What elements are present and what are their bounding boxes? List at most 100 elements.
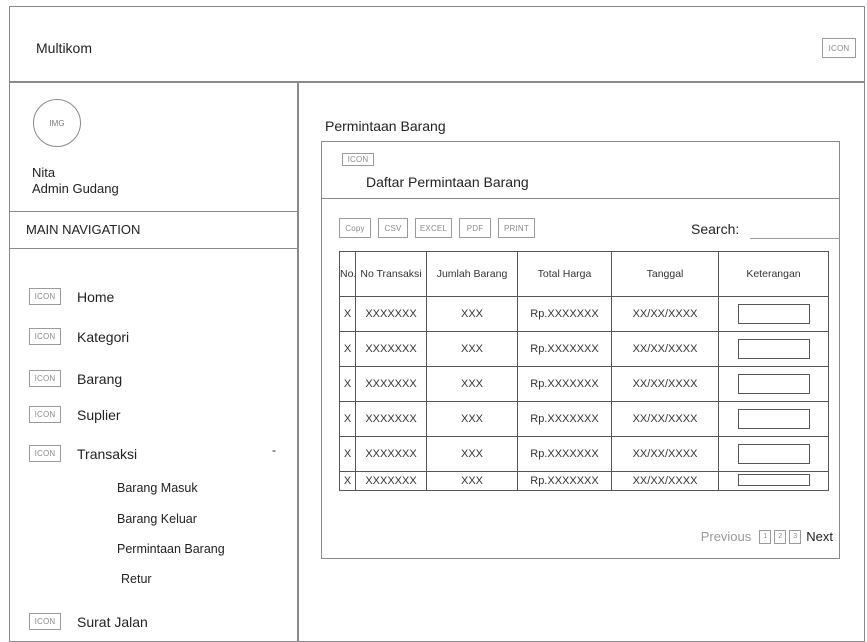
kategori-icon: ICON <box>29 328 61 345</box>
sidebar-subitem-retur[interactable]: Retur <box>121 572 152 586</box>
table-cell <box>718 436 829 472</box>
sidebar-item-transaksi[interactable]: ICON Transaksi <box>29 445 137 462</box>
sidebar-item-label: Barang <box>77 370 123 387</box>
request-table: No. No Transaksi Jumlah Barang Total Har… <box>339 251 829 491</box>
table-cell: X <box>339 401 356 437</box>
next-page-button[interactable]: Next <box>806 529 833 544</box>
sidebar-item-kategori[interactable]: ICON Kategori <box>29 328 129 345</box>
user-name: Nita <box>32 165 56 180</box>
table-cell: XXXXXXX <box>355 401 427 437</box>
previous-page-button[interactable]: Previous <box>701 529 752 544</box>
keterangan-input[interactable] <box>737 409 810 429</box>
table-cell: Rp.XXXXXXX <box>517 471 612 491</box>
main-content: Permintaan Barang ICON Daftar Permintaan… <box>298 82 865 642</box>
table-row: X XXXXXXX XXX Rp.XXXXXXX XX/XX/XXXX <box>339 296 829 332</box>
panel-title: Daftar Permintaan Barang <box>366 174 529 190</box>
request-list-panel: ICON Daftar Permintaan Barang Copy CSV E… <box>321 141 840 559</box>
sidebar-item-home[interactable]: ICON Home <box>29 288 114 305</box>
table-cell: X <box>339 331 356 367</box>
column-header[interactable]: Keterangan <box>718 251 829 297</box>
table-cell: XXXXXXX <box>355 471 427 491</box>
avatar: IMG <box>33 99 81 147</box>
transaksi-icon: ICON <box>29 445 61 462</box>
panel-header: ICON Daftar Permintaan Barang <box>322 142 839 199</box>
table-cell: X <box>339 296 356 332</box>
table-row: X XXXXXXX XXX Rp.XXXXXXX XX/XX/XXXX <box>339 401 829 437</box>
table-cell: Rp.XXXXXXX <box>517 366 612 402</box>
page-2-button[interactable]: 2 <box>774 529 787 544</box>
table-cell: XXX <box>426 331 518 367</box>
table-row: X XXXXXXX XXX Rp.XXXXXXX XX/XX/XXXX <box>339 436 829 472</box>
table-cell: XX/XX/XXXX <box>611 471 719 491</box>
transaksi-collapse-icon[interactable]: - <box>272 443 276 457</box>
nav-header-bar: MAIN NAVIGATION <box>10 211 297 249</box>
keterangan-input[interactable] <box>737 444 810 464</box>
keterangan-input[interactable] <box>737 374 810 394</box>
excel-button[interactable]: EXCEL <box>415 218 452 238</box>
table-cell: XXXXXXX <box>355 436 427 472</box>
table-cell: XXX <box>426 366 518 402</box>
search-label: Search: <box>691 221 740 237</box>
table-cell: XXXXXXX <box>355 331 427 367</box>
pdf-button[interactable]: PDF <box>459 218 491 238</box>
sidebar-item-label: Home <box>77 288 115 305</box>
page-1-button[interactable]: 1 <box>759 529 772 544</box>
table-cell <box>718 401 829 437</box>
table-cell: XXX <box>426 471 518 491</box>
table-cell <box>718 366 829 402</box>
print-button[interactable]: PRINT <box>498 218 535 238</box>
sidebar-item-suplier[interactable]: ICON Suplier <box>29 406 121 423</box>
table-cell: XX/XX/XXXX <box>611 296 719 332</box>
search-input[interactable] <box>750 222 840 239</box>
sidebar-item-label: Suplier <box>77 406 121 423</box>
table-cell: XX/XX/XXXX <box>611 401 719 437</box>
header-menu-icon[interactable]: ICON <box>822 38 856 58</box>
sidebar-subitem-barang-masuk[interactable]: Barang Masuk <box>117 481 198 495</box>
table-cell <box>718 296 829 332</box>
table-cell: Rp.XXXXXXX <box>517 436 612 472</box>
table-cell: XXXXXXX <box>355 366 427 402</box>
table-cell: XX/XX/XXXX <box>611 436 719 472</box>
keterangan-input[interactable] <box>737 474 810 487</box>
barang-icon: ICON <box>29 370 61 387</box>
sidebar-subitem-barang-keluar[interactable]: Barang Keluar <box>117 512 197 526</box>
sidebar-subitem-permintaan-barang[interactable]: Permintaan Barang <box>117 542 225 556</box>
table-row: X XXXXXXX XXX Rp.XXXXXXX XX/XX/XXXX <box>339 471 829 491</box>
column-header[interactable]: No Transaksi <box>355 251 427 297</box>
home-icon: ICON <box>29 288 61 305</box>
sidebar-item-label: Kategori <box>77 328 130 345</box>
sidebar-item-label: Transaksi <box>77 445 138 462</box>
suplier-icon: ICON <box>29 406 61 423</box>
table-row: X XXXXXXX XXX Rp.XXXXXXX XX/XX/XXXX <box>339 366 829 402</box>
sidebar-item-surat-jalan[interactable]: ICON Surat Jalan <box>29 613 148 630</box>
table-row: X XXXXXXX XXX Rp.XXXXXXX XX/XX/XXXX <box>339 331 829 367</box>
table-cell: X <box>339 436 356 472</box>
column-header[interactable]: Tanggal <box>611 251 719 297</box>
page-3-button[interactable]: 3 <box>789 529 802 544</box>
column-header[interactable]: No. <box>339 251 356 297</box>
table-cell: X <box>339 366 356 402</box>
column-header[interactable]: Total Harga <box>517 251 612 297</box>
table-cell: Rp.XXXXXXX <box>517 331 612 367</box>
column-header[interactable]: Jumlah Barang <box>426 251 518 297</box>
table-cell: Rp.XXXXXXX <box>517 401 612 437</box>
table-cell: X <box>339 471 356 491</box>
keterangan-input[interactable] <box>737 304 810 324</box>
sidebar-item-label: Surat Jalan <box>77 613 148 630</box>
table-header-row: No. No Transaksi Jumlah Barang Total Har… <box>339 251 829 297</box>
app-title: Multikom <box>36 40 93 56</box>
table-cell: XXX <box>426 436 518 472</box>
sidebar-item-barang[interactable]: ICON Barang <box>29 370 122 387</box>
copy-button[interactable]: Copy <box>339 218 371 238</box>
surat-jalan-icon: ICON <box>29 613 61 630</box>
table-cell <box>718 471 829 491</box>
table-cell: Rp.XXXXXXX <box>517 296 612 332</box>
panel-title-icon: ICON <box>342 153 374 166</box>
csv-button[interactable]: CSV <box>378 218 408 238</box>
page-title: Permintaan Barang <box>325 118 446 134</box>
table-cell <box>718 331 829 367</box>
keterangan-input[interactable] <box>737 339 810 359</box>
table-cell: XX/XX/XXXX <box>611 366 719 402</box>
sidebar: IMG Nita Admin Gudang MAIN NAVIGATION IC… <box>9 82 298 642</box>
table-cell: XXX <box>426 401 518 437</box>
